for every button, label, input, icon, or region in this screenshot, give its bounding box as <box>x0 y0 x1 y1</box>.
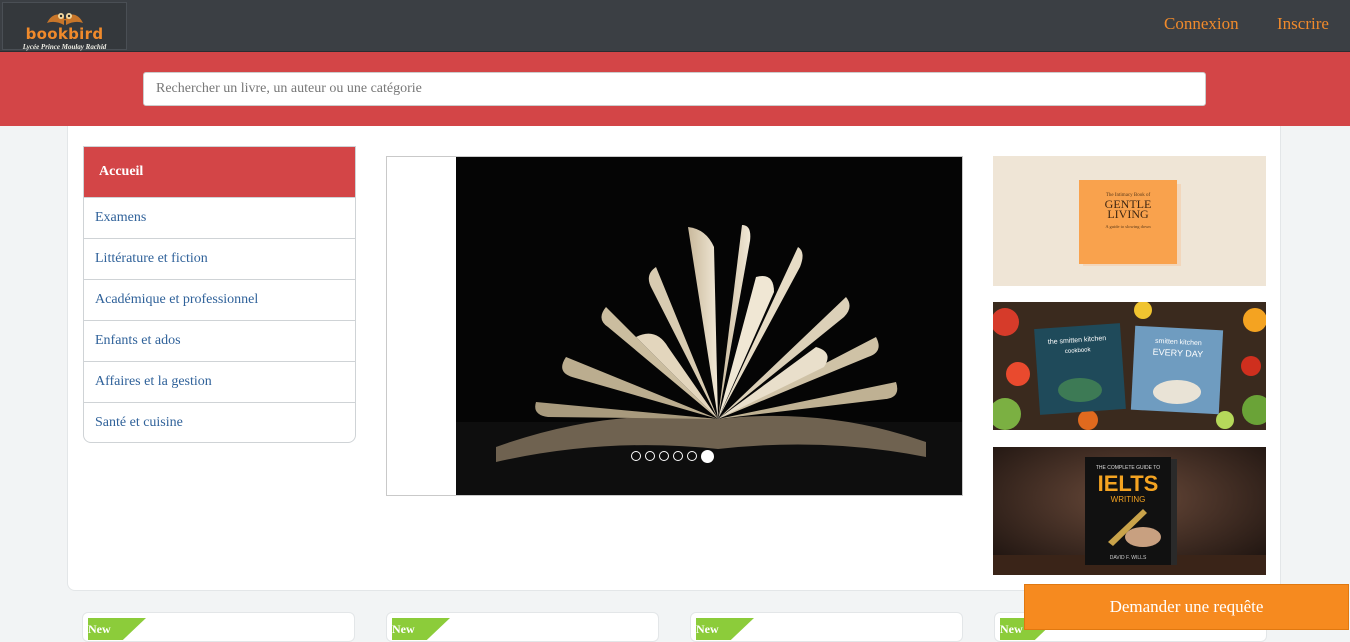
brand-logo[interactable]: bookbird Lycée Prince Moulay Rachid <box>2 2 127 51</box>
book-card[interactable]: New <box>82 612 355 642</box>
brand-name: bookbird <box>25 25 104 43</box>
search-band <box>0 52 1350 126</box>
top-navbar: bookbird Lycée Prince Moulay Rachid Conn… <box>0 0 1350 52</box>
book-card[interactable]: New <box>386 612 659 642</box>
sidebar-item-health[interactable]: Santé et cuisine <box>84 402 355 442</box>
brand-subtitle: Lycée Prince Moulay Rachid <box>22 43 107 51</box>
search-input[interactable] <box>143 72 1206 106</box>
hero-carousel[interactable] <box>386 156 963 496</box>
book-ielts-author: DAVID F. WILLS <box>1110 555 1147 561</box>
category-sidebar: Accueil Examens Littérature et fiction A… <box>83 146 356 443</box>
sidebar-item-business[interactable]: Affaires et la gestion <box>84 361 355 402</box>
carousel-dot[interactable] <box>673 451 683 462</box>
sidebar-item-literature[interactable]: Littérature et fiction <box>84 238 355 279</box>
carousel-dot[interactable] <box>645 451 655 462</box>
carousel-dot-active[interactable] <box>701 449 714 463</box>
book-ielts-sub: WRITING <box>1111 495 1146 504</box>
smitten-kitchen-books-image[interactable]: the smitten kitchen cookbook smitten kit… <box>993 302 1266 430</box>
carousel-dot[interactable] <box>631 451 641 462</box>
carousel-indicators <box>631 447 718 463</box>
book-cover-sub: A guide to slowing down <box>1105 224 1151 229</box>
book-ielts-title: IELTS <box>1098 471 1159 496</box>
register-link[interactable]: Inscrire <box>1277 14 1329 34</box>
login-link[interactable]: Connexion <box>1164 14 1239 34</box>
sidebar-item-exams[interactable]: Examens <box>84 197 355 238</box>
book-card[interactable]: New <box>690 612 963 642</box>
sidebar-item-kids[interactable]: Enfants et ados <box>84 320 355 361</box>
ielts-writing-book-image[interactable]: THE COMPLETE GUIDE TO IELTS WRITING DAVI… <box>993 447 1266 575</box>
open-book-slide-image <box>456 157 962 495</box>
book-cover-title-2: LIVING <box>1107 207 1149 221</box>
gentle-living-book-image[interactable]: The Intimacy Book of GENTLE LIVING A gui… <box>993 156 1266 286</box>
carousel-dot[interactable] <box>687 451 697 462</box>
sidebar-item-home[interactable]: Accueil <box>84 147 355 197</box>
request-button[interactable]: Demander une requête <box>1024 584 1349 630</box>
carousel-dot[interactable] <box>659 451 669 462</box>
sidebar-item-academic[interactable]: Académique et professionnel <box>84 279 355 320</box>
owl-book-logo-icon <box>47 13 83 25</box>
